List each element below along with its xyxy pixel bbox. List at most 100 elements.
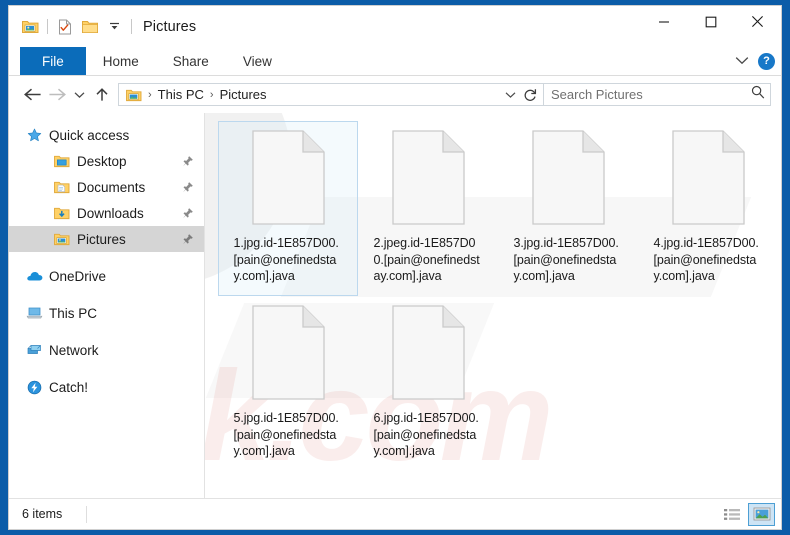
title-bar: Pictures: [9, 6, 781, 47]
properties-icon[interactable]: [52, 14, 77, 39]
status-bar: 6 items: [9, 498, 781, 529]
downloads-folder-icon: [53, 204, 71, 222]
file-item[interactable]: 1.jpg.id-1E857D00.[pain@onefinedstay.com…: [218, 121, 358, 296]
ribbon-right-controls: ?: [735, 47, 775, 75]
sidebar-item-desktop[interactable]: Desktop: [9, 148, 204, 174]
status-divider: [86, 505, 88, 523]
navigation-pane: Quick access Desktop Documents Downloads…: [9, 113, 205, 498]
details-view-button[interactable]: [719, 503, 746, 526]
breadcrumb-pictures[interactable]: Pictures: [218, 87, 269, 102]
file-document-icon: [671, 130, 745, 225]
sidebar-gap-4: [9, 363, 204, 374]
file-name-label: 6.jpg.id-1E857D00.[pain@onefinedstay.com…: [373, 411, 479, 458]
sidebar-label-downloads: Downloads: [77, 205, 144, 221]
tab-file[interactable]: File: [20, 47, 86, 75]
breadcrumb-separator-1[interactable]: ›: [206, 89, 218, 101]
toolbar-divider-1: [47, 19, 48, 34]
file-item[interactable]: 4.jpg.id-1E857D00.[pain@onefinedstay.com…: [638, 121, 778, 296]
refresh-icon[interactable]: [520, 85, 540, 105]
file-item[interactable]: 5.jpg.id-1E857D00.[pain@onefinedstay.com…: [218, 296, 358, 471]
network-icon: [25, 341, 43, 359]
ribbon-tabs: File Home Share View ?: [9, 47, 781, 76]
sidebar-label-desktop: Desktop: [77, 153, 127, 169]
pin-icon[interactable]: [181, 180, 195, 194]
sidebar-label-this-pc: This PC: [49, 305, 98, 321]
file-list-pane[interactable]: risk.com 1.jpg.id-1E857D00.[pain@onefine…: [205, 113, 781, 498]
pictures-folder-icon: [53, 230, 71, 248]
view-buttons: [719, 502, 775, 526]
pin-icon[interactable]: [181, 154, 195, 168]
desktop-folder-icon: [53, 152, 71, 170]
file-name-label: 2.jpeg.id-1E857D00.[pain@onefinedstay.co…: [373, 236, 480, 283]
sidebar-item-this-pc[interactable]: This PC: [9, 300, 204, 326]
tab-share[interactable]: Share: [156, 47, 226, 75]
file-name-label: 1.jpg.id-1E857D00.[pain@onefinedstay.com…: [233, 236, 339, 283]
large-icons-view-button[interactable]: [748, 502, 775, 526]
sidebar-label-network: Network: [49, 342, 99, 358]
maximize-button[interactable]: [687, 6, 734, 37]
file-document-icon: [391, 305, 465, 400]
sidebar-gap-3: [9, 326, 204, 337]
item-count-label: 6 items: [22, 507, 63, 521]
address-bar-row: › This PC › Pictures Search Pictures: [9, 76, 781, 113]
sidebar-label-catch: Catch!: [49, 379, 89, 395]
forward-button[interactable]: [45, 82, 70, 107]
sidebar-label-quick-access: Quick access: [49, 127, 130, 143]
chevron-down-icon[interactable]: [735, 52, 749, 70]
file-item[interactable]: 2.jpeg.id-1E857D00.[pain@onefinedstay.co…: [358, 121, 498, 296]
pin-icon[interactable]: [181, 232, 195, 246]
file-document-icon: [251, 130, 325, 225]
file-item[interactable]: 6.jpg.id-1E857D00.[pain@onefinedstay.com…: [358, 296, 498, 471]
star-icon: [25, 126, 43, 144]
address-pictures-icon: [124, 85, 144, 105]
window-controls: [640, 6, 781, 37]
address-dropdown-icon[interactable]: [500, 85, 520, 105]
sidebar-gap-2: [9, 289, 204, 300]
tab-view[interactable]: View: [226, 47, 289, 75]
quick-access-toolbar: [9, 14, 136, 39]
up-button[interactable]: [89, 82, 114, 107]
tab-home[interactable]: Home: [86, 47, 156, 75]
sidebar-label-pictures: Pictures: [77, 231, 126, 247]
back-button[interactable]: [20, 82, 45, 107]
search-icon[interactable]: [751, 85, 765, 104]
recent-locations-button[interactable]: [70, 82, 89, 107]
sidebar-item-pictures[interactable]: Pictures: [9, 226, 204, 252]
help-icon[interactable]: ?: [758, 52, 775, 70]
sidebar-item-onedrive[interactable]: OneDrive: [9, 263, 204, 289]
sidebar-item-network[interactable]: Network: [9, 337, 204, 363]
address-bar[interactable]: › This PC › Pictures: [118, 83, 544, 106]
file-document-icon: [531, 130, 605, 225]
file-grid: 1.jpg.id-1E857D00.[pain@onefinedstay.com…: [205, 113, 781, 471]
explorer-body: Quick access Desktop Documents Downloads…: [9, 113, 781, 498]
file-explorer-window: Pictures File Home Share View ? › This P…: [8, 5, 782, 530]
breadcrumb-separator-0[interactable]: ›: [144, 89, 156, 101]
sidebar-item-catch[interactable]: Catch!: [9, 374, 204, 400]
breadcrumb-this-pc[interactable]: This PC: [156, 87, 206, 102]
search-box[interactable]: Search Pictures: [544, 83, 771, 106]
sidebar-label-onedrive: OneDrive: [49, 268, 107, 284]
file-document-icon: [251, 305, 325, 400]
sidebar-item-downloads[interactable]: Downloads: [9, 200, 204, 226]
search-input[interactable]: Search Pictures: [551, 87, 751, 102]
sidebar-gap-1: [9, 252, 204, 263]
sidebar-item-documents[interactable]: Documents: [9, 174, 204, 200]
new-folder-icon[interactable]: [77, 14, 102, 39]
pictures-folder-icon[interactable]: [18, 14, 43, 39]
onedrive-cloud-icon: [25, 267, 43, 285]
sidebar-label-documents: Documents: [77, 179, 146, 195]
window-title: Pictures: [143, 18, 197, 35]
this-pc-icon: [25, 304, 43, 322]
file-document-icon: [391, 130, 465, 225]
file-name-label: 3.jpg.id-1E857D00.[pain@onefinedstay.com…: [513, 236, 619, 283]
customize-dropdown-icon[interactable]: [102, 14, 127, 39]
close-button[interactable]: [734, 6, 781, 37]
file-name-label: 4.jpg.id-1E857D00.[pain@onefinedstay.com…: [653, 236, 759, 283]
sidebar-item-quick-access[interactable]: Quick access: [9, 122, 204, 148]
catch-icon: [25, 378, 43, 396]
documents-folder-icon: [53, 178, 71, 196]
file-item[interactable]: 3.jpg.id-1E857D00.[pain@onefinedstay.com…: [498, 121, 638, 296]
minimize-button[interactable]: [640, 6, 687, 37]
toolbar-divider-2: [131, 19, 132, 34]
pin-icon[interactable]: [181, 206, 195, 220]
